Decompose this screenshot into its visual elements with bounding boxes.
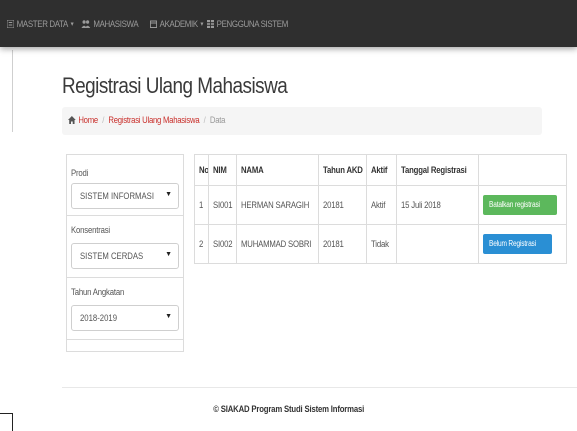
nav-pengguna-sistem[interactable]: PENGGUNA SISTEM xyxy=(207,17,288,31)
cell-no: 2 xyxy=(194,224,209,264)
divider xyxy=(67,339,183,340)
nav-akademik[interactable]: AKADEMIK ▾ xyxy=(150,17,204,31)
prodi-select[interactable]: SISTEM INFORMASI ▼ xyxy=(71,183,179,209)
registration-table: No NIM NAMA Tahun AKD Aktif Tanggal Regi… xyxy=(194,154,567,266)
chevron-down-icon: ▾ xyxy=(70,21,74,28)
column-header: Aktif xyxy=(366,154,397,186)
konsentrasi-select-value: SISTEM CERDAS xyxy=(80,251,144,261)
nav-mahasiswa[interactable]: MAHASISWA xyxy=(81,17,139,31)
breadcrumb-separator: / xyxy=(102,115,105,125)
edge-artifact xyxy=(0,50,13,132)
cell-aktif: Aktif xyxy=(366,185,397,225)
home-icon xyxy=(68,116,76,124)
filter-prodi-label: Prodi xyxy=(71,168,89,178)
footer-text: © SIAKAD Program Studi Sistem Informasi xyxy=(213,404,364,414)
cell-nama: MUHAMMAD SOBRI xyxy=(236,224,319,264)
divider xyxy=(67,215,183,216)
divider xyxy=(67,277,183,278)
breadcrumb-home-link[interactable]: Home xyxy=(78,115,98,125)
column-header xyxy=(478,154,567,186)
column-header: Tanggal Registrasi xyxy=(396,154,479,186)
cell-nim: SI002 xyxy=(208,224,237,264)
breadcrumb-current: Data xyxy=(209,115,226,125)
column-header: Tahun AKD xyxy=(318,154,367,186)
select-caret-icon: ▼ xyxy=(165,251,172,258)
column-header: No xyxy=(194,154,209,186)
cell-action: Belum Registrasi xyxy=(478,224,567,264)
filter-panel: Prodi SISTEM INFORMASI ▼ Konsentrasi SIS… xyxy=(66,154,184,352)
cell-aktif: Tidak xyxy=(366,224,397,264)
table-header-row: No NIM NAMA Tahun AKD Aktif Tanggal Regi… xyxy=(194,154,567,186)
page-title: Registrasi Ulang Mahasiswa xyxy=(62,73,288,98)
prodi-select-value: SISTEM INFORMASI xyxy=(80,191,154,201)
nav-mahasiswa-label: MAHASISWA xyxy=(93,19,139,29)
select-caret-icon: ▼ xyxy=(165,191,172,198)
table-row: 1 SI001 HERMAN SARAGIH 20181 Aktif 15 Ju… xyxy=(194,185,567,225)
cell-tanggal xyxy=(396,224,479,264)
filter-konsentrasi-label: Konsentrasi xyxy=(71,225,110,235)
cell-tanggal: 15 Juli 2018 xyxy=(396,185,479,225)
breadcrumb-separator: / xyxy=(203,115,206,125)
cell-no: 1 xyxy=(194,185,209,225)
nav-pengguna-sistem-label: PENGGUNA SISTEM xyxy=(216,19,289,29)
calendar-icon xyxy=(150,20,158,28)
chevron-down-icon: ▾ xyxy=(200,21,204,28)
nav-master-data[interactable]: MASTER DATA ▾ xyxy=(7,17,74,31)
tahun-select-value: 2018-2019 xyxy=(80,313,118,323)
breadcrumb: Home / Registrasi Ulang Mahasiswa / Data xyxy=(62,107,542,135)
nav-akademik-label: AKADEMIK xyxy=(159,19,198,29)
select-caret-icon: ▼ xyxy=(165,313,172,320)
cell-nim: SI001 xyxy=(208,185,237,225)
breadcrumb-section-link[interactable]: Registrasi Ulang Mahasiswa xyxy=(108,115,199,125)
edge-artifact xyxy=(0,413,13,431)
footer: © SIAKAD Program Studi Sistem Informasi xyxy=(0,404,577,414)
column-header: NAMA xyxy=(236,154,319,186)
table-row: 2 SI002 MUHAMMAD SOBRI 20181 Tidak Belum… xyxy=(194,224,567,264)
cancel-registration-button[interactable]: Batalkan registrasi xyxy=(483,195,558,215)
cell-tahun: 20181 xyxy=(318,224,367,264)
list-icon xyxy=(7,20,15,28)
table-icon xyxy=(207,20,215,28)
not-registered-button[interactable]: Belum Registrasi xyxy=(483,234,553,254)
column-header: NIM xyxy=(208,154,237,186)
top-navbar: MASTER DATA ▾ MAHASISWA AKADEMIK ▾ PENGG… xyxy=(0,0,577,47)
cell-tahun: 20181 xyxy=(318,185,367,225)
konsentrasi-select[interactable]: SISTEM CERDAS ▼ xyxy=(71,243,179,269)
filter-tahun-label: Tahun Angkatan xyxy=(71,287,125,297)
cell-action: Batalkan registrasi xyxy=(478,185,567,225)
footer-divider xyxy=(62,387,577,388)
users-icon xyxy=(81,20,91,28)
nav-master-data-label: MASTER DATA xyxy=(16,19,69,29)
cell-nama: HERMAN SARAGIH xyxy=(236,185,319,225)
tahun-select[interactable]: 2018-2019 ▼ xyxy=(71,305,179,331)
